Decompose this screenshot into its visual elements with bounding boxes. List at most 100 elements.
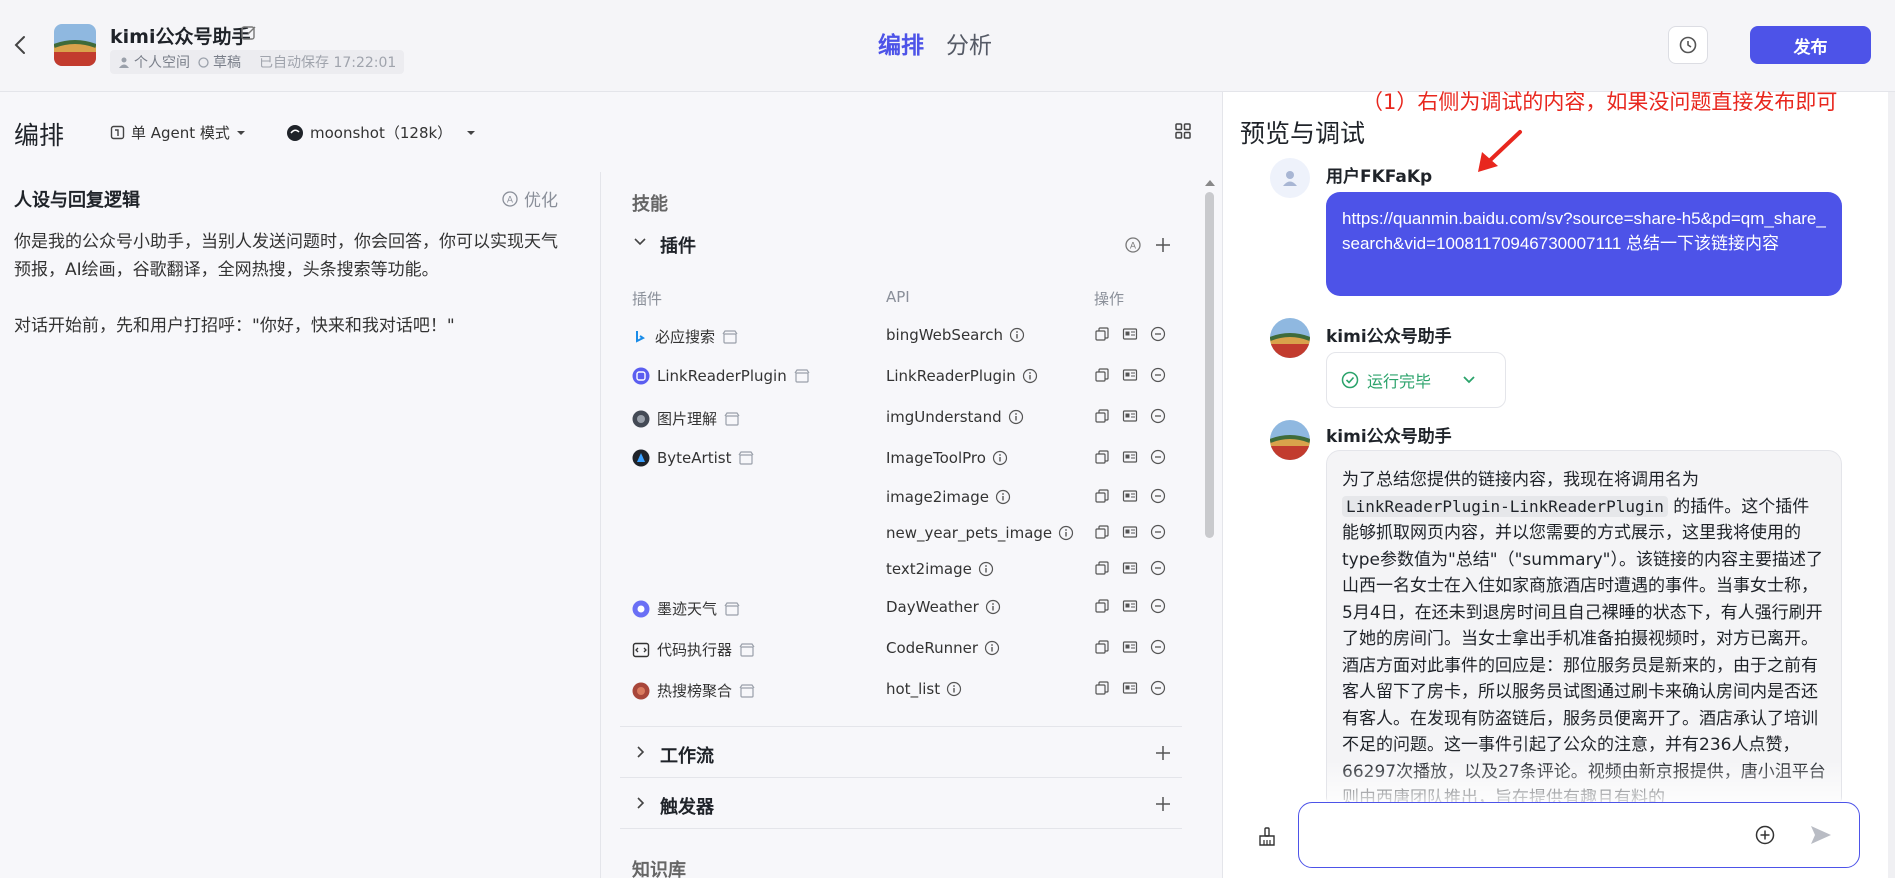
- info-icon[interactable]: [1009, 327, 1025, 343]
- copy-icon[interactable]: [1094, 639, 1110, 655]
- model-select[interactable]: moonshot（128k）: [286, 122, 476, 143]
- trigger-expand-icon[interactable]: [632, 795, 648, 811]
- card-icon[interactable]: [1122, 367, 1138, 383]
- remove-icon[interactable]: [1150, 408, 1166, 424]
- auto-plugin-icon[interactable]: A: [1124, 236, 1142, 254]
- scroll-up-icon[interactable]: [1204, 178, 1216, 188]
- preview-scroll-track: [1888, 92, 1895, 878]
- workflow-section-title[interactable]: 工作流: [660, 742, 714, 768]
- autosave-label: 已自动保存 17:22:01: [259, 55, 397, 71]
- info-icon[interactable]: [985, 599, 1001, 615]
- info-icon[interactable]: [946, 681, 962, 697]
- section-divider: [620, 726, 1182, 727]
- card-icon[interactable]: [1122, 560, 1138, 576]
- info-icon[interactable]: [1008, 409, 1024, 425]
- publish-button[interactable]: 发布: [1750, 26, 1871, 64]
- send-icon[interactable]: [1809, 824, 1833, 846]
- knowledge-section-title: 知识库: [632, 860, 686, 878]
- api-label: imgUnderstand: [886, 408, 1002, 426]
- card-icon[interactable]: [1122, 639, 1138, 655]
- plugin-name-bing[interactable]: 必应搜索: [632, 326, 738, 347]
- row-actions: [1094, 449, 1166, 465]
- row-actions: [1094, 524, 1166, 540]
- tab-analyze[interactable]: 分析: [946, 26, 992, 60]
- plugin-name-img-understand[interactable]: 图片理解: [632, 408, 740, 429]
- row-actions: [1094, 367, 1166, 383]
- copy-icon[interactable]: [1094, 560, 1110, 576]
- caret-down-icon: [467, 130, 476, 135]
- space-badge: 个人空间: [118, 52, 190, 72]
- api-row: bingWebSearch: [886, 326, 1025, 344]
- api-row: imgUnderstand: [886, 408, 1024, 426]
- auto-icon: A: [502, 190, 518, 207]
- mode-icon: [110, 125, 125, 140]
- card-icon[interactable]: [1122, 326, 1138, 342]
- optimize-button[interactable]: A 优化: [502, 186, 558, 211]
- remove-icon[interactable]: [1150, 449, 1166, 465]
- info-icon[interactable]: [1022, 368, 1038, 384]
- info-icon[interactable]: [984, 640, 1000, 656]
- card-icon[interactable]: [1122, 524, 1138, 540]
- annotation-arrow-icon: [1474, 128, 1524, 174]
- skills-scrollbar[interactable]: [1205, 192, 1214, 538]
- copy-icon[interactable]: [1094, 449, 1110, 465]
- attach-icon[interactable]: [1754, 824, 1776, 846]
- card-icon[interactable]: [1122, 488, 1138, 504]
- agent-mode-select[interactable]: 单 Agent 模式: [110, 122, 246, 143]
- copy-icon[interactable]: [1094, 488, 1110, 504]
- back-arrow-icon[interactable]: [10, 32, 32, 58]
- plugin-name-weather[interactable]: 墨迹天气: [632, 598, 740, 619]
- remove-icon[interactable]: [1150, 326, 1166, 342]
- card-icon[interactable]: [1122, 598, 1138, 614]
- plugin-name-linkreader[interactable]: LinkReaderPlugin: [632, 367, 810, 385]
- add-plugin-icon[interactable]: [1154, 236, 1172, 254]
- info-icon[interactable]: [992, 450, 1008, 466]
- bot-name: kimi公众号助手: [1326, 427, 1452, 447]
- plugin-name-byteartist[interactable]: ByteArtist: [632, 449, 754, 467]
- card-icon[interactable]: [1122, 680, 1138, 696]
- layout-grid-icon[interactable]: [1172, 120, 1194, 142]
- plugin-name-code-runner[interactable]: 代码执行器: [632, 639, 755, 660]
- workflow-expand-icon[interactable]: [632, 744, 648, 760]
- persona-prompt-editor[interactable]: 你是我的公众号小助手，当别人发送问题时，你会回答，你可以实现天气预报，AI绘画，…: [14, 228, 574, 340]
- user-name: 用户FKFaKp: [1326, 167, 1433, 187]
- copy-icon[interactable]: [1094, 524, 1110, 540]
- add-trigger-icon[interactable]: [1154, 795, 1172, 813]
- preview-title: 预览与调试: [1240, 119, 1366, 148]
- copy-icon[interactable]: [1094, 367, 1110, 383]
- run-status-chip[interactable]: 运行完毕: [1326, 352, 1506, 408]
- skills-title: 技能: [632, 194, 668, 215]
- trigger-section-title[interactable]: 触发器: [660, 793, 714, 819]
- copy-icon[interactable]: [1094, 408, 1110, 424]
- plugin-label: 图片理解: [657, 410, 718, 428]
- remove-icon[interactable]: [1150, 598, 1166, 614]
- copy-icon[interactable]: [1094, 598, 1110, 614]
- info-icon[interactable]: [978, 561, 994, 577]
- remove-icon[interactable]: [1150, 639, 1166, 655]
- info-icon[interactable]: [995, 489, 1011, 505]
- plugins-collapse-icon[interactable]: [632, 234, 648, 250]
- remove-icon[interactable]: [1150, 488, 1166, 504]
- copy-icon[interactable]: [1094, 680, 1110, 696]
- remove-icon[interactable]: [1150, 524, 1166, 540]
- history-button[interactable]: [1668, 26, 1708, 64]
- card-icon[interactable]: [1122, 449, 1138, 465]
- chat-input[interactable]: [1315, 821, 1735, 851]
- tab-edit[interactable]: 编排: [878, 26, 924, 60]
- card-icon[interactable]: [1122, 408, 1138, 424]
- clear-history-icon[interactable]: [1256, 826, 1278, 848]
- store-icon: [722, 329, 738, 344]
- copy-icon[interactable]: [1094, 326, 1110, 342]
- remove-icon[interactable]: [1150, 560, 1166, 576]
- info-icon[interactable]: [1058, 525, 1074, 541]
- plugin-label: 代码执行器: [657, 641, 733, 659]
- row-actions: [1094, 598, 1166, 614]
- remove-icon[interactable]: [1150, 367, 1166, 383]
- api-label: CodeRunner: [886, 639, 979, 657]
- edit-name-icon[interactable]: [240, 24, 258, 42]
- store-icon: [794, 369, 810, 383]
- remove-icon[interactable]: [1150, 680, 1166, 696]
- plugin-name-hot-list[interactable]: 热搜榜聚合: [632, 680, 755, 701]
- add-workflow-icon[interactable]: [1154, 744, 1172, 762]
- optimize-label: 优化: [524, 191, 558, 211]
